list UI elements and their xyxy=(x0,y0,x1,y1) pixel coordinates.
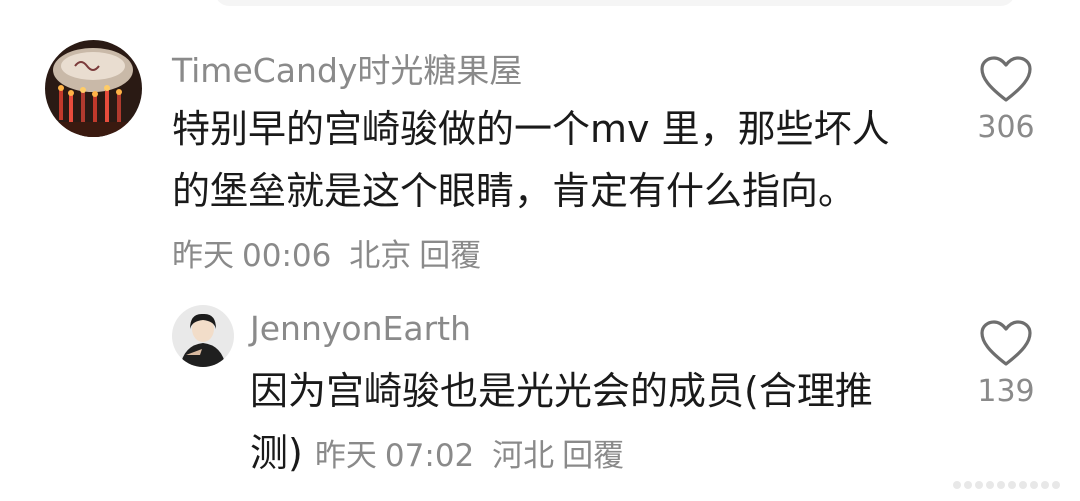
like-count: 306 xyxy=(977,110,1035,145)
reply-username[interactable]: JennyonEarth xyxy=(250,309,471,348)
person-avatar-icon xyxy=(172,305,234,367)
like-button[interactable]: 139 xyxy=(951,320,1061,409)
avatar[interactable] xyxy=(45,40,142,137)
avatar[interactable] xyxy=(172,305,234,367)
reply-body: 因为宫崎骏也是光光会的成员(合理推测) 昨天 07:02 河北 回覆 xyxy=(250,360,920,487)
reply-time: 07:02 xyxy=(384,438,475,474)
comment-meta: 昨天 00:06 北京 回覆 xyxy=(172,238,489,274)
comment-time: 00:06 xyxy=(242,238,332,274)
reply-meta: 昨天 07:02 河北 回覆 xyxy=(315,438,632,474)
comment-text: 特别早的宫崎骏做的一个mv 里，那些坏人的堡垒就是这个眼睛，肯定有什么指向。 xyxy=(172,107,890,213)
previous-section-edge xyxy=(215,0,1015,6)
reply-button[interactable]: 回覆 xyxy=(562,438,624,474)
like-button[interactable]: 306 xyxy=(951,56,1061,145)
watermark-dots xyxy=(953,481,1060,489)
comment-location: 北京 xyxy=(349,238,412,274)
reply-date: 昨天 xyxy=(314,438,377,474)
like-count: 139 xyxy=(977,374,1035,409)
reply-button[interactable]: 回覆 xyxy=(419,238,481,274)
birthday-cake-icon xyxy=(45,40,142,137)
comment-body: 特别早的宫崎骏做的一个mv 里，那些坏人的堡垒就是这个眼睛，肯定有什么指向。 昨… xyxy=(172,98,912,287)
comment-date: 昨天 xyxy=(172,238,234,274)
comment-username[interactable]: TimeCandy时光糖果屋 xyxy=(172,44,522,92)
heart-icon xyxy=(980,56,1032,102)
heart-icon xyxy=(980,320,1032,366)
reply-location: 河北 xyxy=(492,438,555,474)
